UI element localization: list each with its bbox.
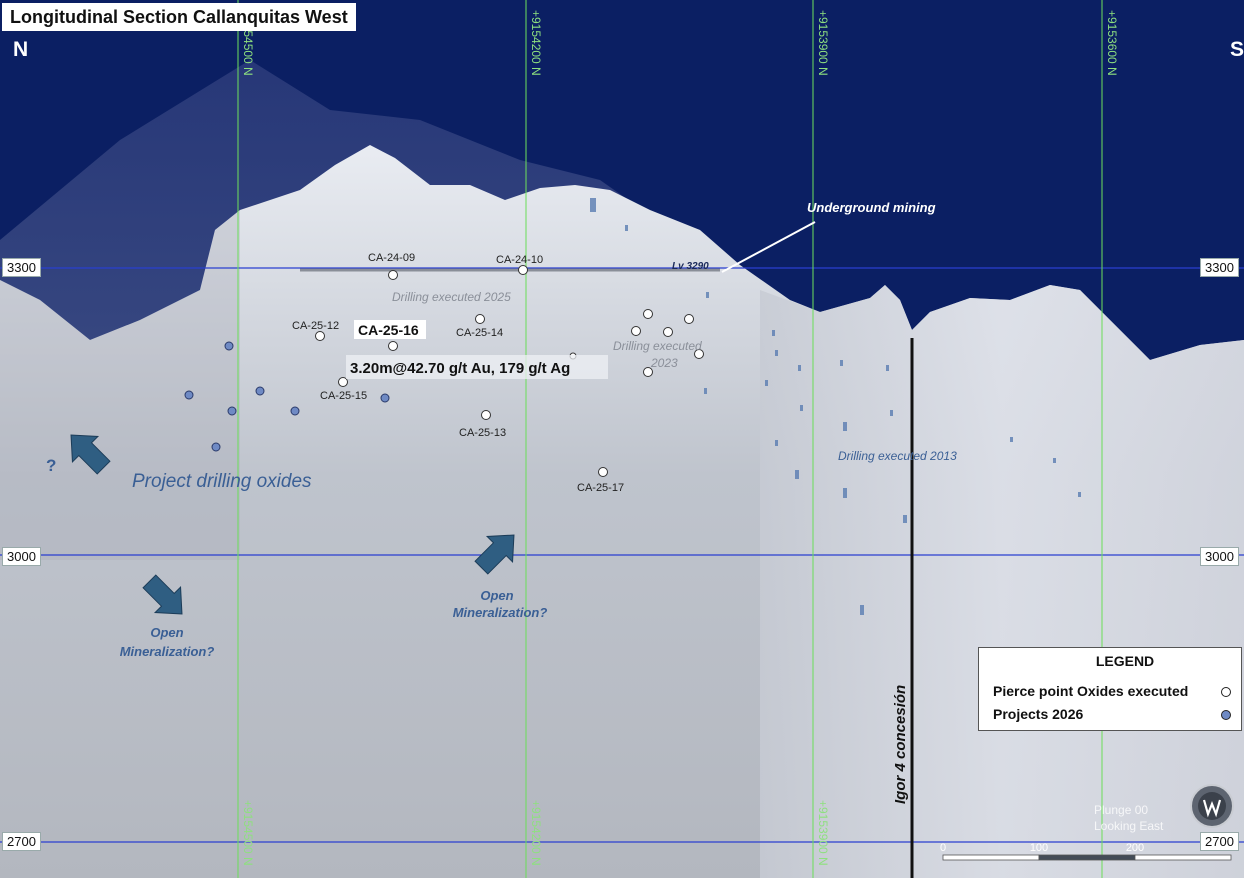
grid-label-bottom-1: +9154500 N	[241, 800, 255, 866]
level-label-3300-left: 3300	[2, 258, 41, 277]
hole-label-ca2515: CA-25-15	[320, 390, 367, 402]
orientation-widget-icon	[1190, 784, 1234, 828]
legend-item-executed: Pierce point Oxides executed	[993, 683, 1189, 699]
open-mineralization-left-2: Mineralization?	[120, 644, 215, 659]
pierce-point	[475, 314, 485, 324]
grid-label-bottom-2: +9154200 N	[529, 800, 543, 866]
pierce-point	[684, 314, 694, 324]
project-drilling-label: Project drilling oxides	[132, 471, 312, 492]
rock-body-right	[760, 285, 1244, 878]
legend-item-projects: Projects 2026	[993, 706, 1084, 722]
longitudinal-section: +9154500 N +9154200 N +9153900 N +915360…	[0, 0, 1244, 878]
scale-tick-200: 200	[1126, 842, 1144, 854]
project-dot	[224, 341, 234, 351]
drilling-2013-label: Drilling executed 2013	[838, 449, 957, 463]
pierce-point	[643, 309, 653, 319]
hole-label-ca2512: CA-25-12	[292, 320, 339, 332]
pierce-point	[663, 327, 673, 337]
level-label-2700-right: 2700	[1200, 832, 1239, 851]
intercept-label: 3.20m@42.70 g/t Au, 179 g/t Ag	[350, 360, 570, 377]
project-dot	[290, 406, 300, 416]
scale-tick-100: 100	[1030, 842, 1048, 854]
pierce-point	[388, 270, 398, 280]
north-label: N	[13, 38, 29, 61]
south-label: S	[1230, 38, 1244, 61]
pierce-point	[598, 467, 608, 477]
drilling-2025-label: Drilling executed 2025	[392, 290, 511, 304]
level-label-3000-right: 3000	[1200, 547, 1239, 566]
looking-label: Looking East	[1094, 819, 1164, 833]
hole-label-ca2410: CA-24-10	[496, 254, 543, 266]
hole-label-ca2516: CA-25-16	[358, 322, 419, 338]
legend: LEGEND Pierce point Oxides executed Proj…	[978, 647, 1242, 731]
pierce-point	[315, 331, 325, 341]
lv3290-label: Lv 3290	[672, 261, 709, 272]
legend-project-symbol-icon	[1221, 710, 1231, 720]
question-mark: ?	[46, 456, 56, 475]
drilling-2023-label: Drilling executed	[613, 339, 702, 353]
drilling-2023-year: 2023	[650, 356, 678, 370]
grid-label-top-3: +9153900 N	[816, 10, 830, 76]
legend-title: LEGEND	[1095, 653, 1155, 669]
project-dot	[184, 390, 194, 400]
open-mineralization-center-1: Open	[480, 588, 513, 603]
level-label-3000-left: 3000	[2, 547, 41, 566]
pierce-point	[631, 326, 641, 336]
open-mineralization-center-2: Mineralization?	[453, 605, 548, 620]
level-label-3300-right: 3300	[1200, 258, 1239, 277]
level-label-2700-left: 2700	[2, 832, 41, 851]
concession-label: Igor 4 concesión	[892, 685, 909, 804]
project-dot	[255, 386, 265, 396]
scale-tick-0: 0	[940, 842, 946, 854]
hole-label-ca2517: CA-25-17	[577, 482, 624, 494]
grid-label-bottom-3: +9153900 N	[816, 800, 830, 866]
plunge-label: Plunge 00	[1094, 803, 1148, 817]
project-dot	[211, 442, 221, 452]
pierce-point	[481, 410, 491, 420]
page-title: Longitudinal Section Callanquitas West	[2, 3, 356, 31]
legend-executed-symbol-icon	[1221, 687, 1231, 697]
underground-mining-label: Underground mining	[807, 200, 936, 215]
project-dot	[227, 406, 237, 416]
grid-label-top-4: +9153600 N	[1105, 10, 1119, 76]
open-mineralization-left-1: Open	[150, 625, 183, 640]
pierce-point	[518, 265, 528, 275]
grid-label-top-2: +9154200 N	[529, 10, 543, 76]
pierce-point	[388, 341, 398, 351]
hole-label-ca2514: CA-25-14	[456, 327, 503, 339]
hole-label-ca2513: CA-25-13	[459, 427, 506, 439]
hole-label-ca2409: CA-24-09	[368, 252, 415, 264]
project-dot	[380, 393, 390, 403]
